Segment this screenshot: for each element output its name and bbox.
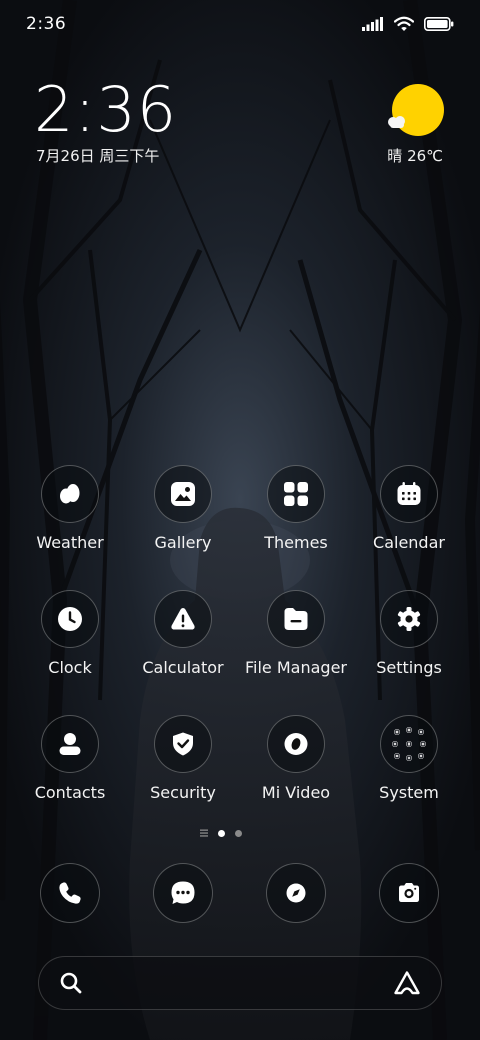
file-manager-icon [284,608,308,630]
app-weather[interactable]: Weather [15,465,125,552]
page-indicator[interactable] [200,829,242,837]
app-settings[interactable]: Settings [354,590,464,677]
page-dot-1[interactable] [218,829,225,837]
calculator-icon [171,608,195,630]
cloud-icon [388,116,405,128]
browser-icon [286,883,306,903]
app-calendar[interactable]: Calendar [354,465,464,552]
app-icon-frame[interactable] [40,863,100,923]
app-label: Calculator [142,658,224,677]
dock-messages[interactable] [128,863,238,923]
app-calculator[interactable]: Calculator [128,590,238,677]
app-contacts[interactable]: Contacts [15,715,125,802]
app-icon-frame[interactable] [153,863,213,923]
app-clock[interactable]: Clock [15,590,125,677]
dock-camera[interactable] [354,863,464,923]
calendar-icon [397,482,421,505]
app-icon-frame[interactable] [154,590,212,648]
messages-icon [171,881,195,904]
weather-icon [60,484,80,504]
sun-cloud-icon[interactable] [392,84,444,136]
app-icon-frame[interactable] [41,590,99,648]
page-dot-2[interactable] [235,829,242,837]
app-label: Mi Video [261,783,331,802]
app-icon-frame[interactable] [154,465,212,523]
app-mi-video[interactable]: Mi Video [241,715,351,802]
weather-widget-text: 晴 26℃ [387,147,443,165]
app-label: Calendar [373,533,445,552]
mi-video-icon [284,733,308,755]
assistant-icon[interactable] [393,970,421,996]
wifi-icon [394,16,414,31]
app-label: File Manager [245,658,347,677]
app-icon-frame[interactable] [267,590,325,648]
app-label: Security [150,783,216,802]
app-label: Gallery [154,533,212,552]
app-label: Settings [376,658,442,677]
search-icon[interactable] [59,971,83,995]
app-icon-frame[interactable] [380,590,438,648]
app-icon-frame[interactable] [154,715,212,773]
app-icon-frame[interactable] [266,863,326,923]
app-list-icon[interactable] [200,829,208,837]
app-gallery[interactable]: Gallery [128,465,238,552]
clock-widget-date: 7月26日 周三下午 [36,147,160,165]
app-file-manager[interactable]: File Manager [241,590,351,677]
status-bar-icons [362,14,454,34]
app-icon-frame[interactable] [379,863,439,923]
contacts-icon [59,733,81,755]
app-security[interactable]: Security [128,715,238,802]
app-label: Themes [264,533,328,552]
app-icon-frame[interactable] [380,465,438,523]
app-label: Clock [48,658,92,677]
system-folder-icon [392,727,426,761]
camera-icon [399,883,419,902]
battery-icon [424,17,454,31]
app-system-folder[interactable]: System [354,715,464,802]
search-bar[interactable] [38,956,442,1010]
clock-widget-time[interactable]: 2:36 [34,70,177,150]
app-icon-frame[interactable] [41,465,99,523]
status-bar-time: 2:36 [26,14,67,34]
dock-browser[interactable] [241,863,351,923]
app-icon-frame[interactable] [267,715,325,773]
app-label: Contacts [34,783,106,802]
dock-phone[interactable] [15,863,125,923]
signal-icon [362,17,383,31]
gallery-icon [171,482,195,506]
app-icon-frame[interactable] [267,465,325,523]
app-icon-frame[interactable] [41,715,99,773]
phone-icon [59,882,81,904]
settings-icon [397,607,421,631]
themes-icon [284,482,308,506]
app-themes[interactable]: Themes [241,465,351,552]
app-label: System [379,783,439,802]
app-label: Weather [36,533,104,552]
security-icon [173,732,193,756]
app-icon-frame[interactable] [380,715,438,773]
clock-icon [58,607,82,631]
